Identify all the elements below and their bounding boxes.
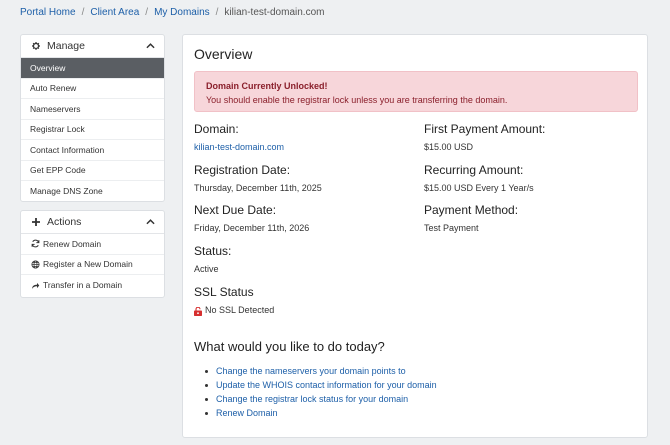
manage-panel: Manage Overview Auto Renew Nameservers R… xyxy=(20,34,165,202)
breadcrumb: Portal Home / Client Area / My Domains /… xyxy=(20,5,324,19)
breadcrumb-current: kilian-test-domain.com xyxy=(224,6,325,18)
list-item: Update the WHOIS contact information for… xyxy=(205,378,437,392)
chevron-up-icon[interactable] xyxy=(146,217,155,227)
sidebar-item-overview[interactable]: Overview xyxy=(21,58,164,79)
sync-icon xyxy=(30,239,40,248)
unlock-icon xyxy=(194,306,202,316)
list-item: Renew Domain xyxy=(205,406,437,420)
action-renew-domain-label: Renew Domain xyxy=(43,238,102,249)
actions-panel-title: Actions xyxy=(47,216,82,228)
alert-message: You should enable the registrar lock unl… xyxy=(206,95,508,105)
unlocked-alert: Domain Currently Unlocked! You should en… xyxy=(194,71,638,112)
first-payment-value: $15.00 USD xyxy=(424,142,474,152)
link-update-whois[interactable]: Update the WHOIS contact information for… xyxy=(216,378,437,392)
action-renew-domain[interactable]: Renew Domain xyxy=(21,234,164,255)
breadcrumb-my-domains[interactable]: My Domains xyxy=(154,7,210,18)
actions-panel: Actions Renew Domain Register a New Doma… xyxy=(20,210,165,298)
next-due-date-value: Friday, December 11th, 2026 xyxy=(194,223,310,233)
status-field: Status: Active xyxy=(194,243,231,275)
globe-icon xyxy=(30,260,40,269)
quick-links-list: Change the nameservers your domain point… xyxy=(205,364,437,420)
domain-label: Domain: xyxy=(194,122,239,136)
sidebar-item-auto-renew[interactable]: Auto Renew xyxy=(21,79,164,99)
ssl-status-field: SSL Status No SSL Detected xyxy=(194,284,274,316)
gear-icon xyxy=(30,41,42,51)
first-payment-field: First Payment Amount: $15.00 USD xyxy=(424,121,545,153)
actions-panel-header[interactable]: Actions xyxy=(21,211,164,234)
link-change-registrar-lock[interactable]: Change the registrar lock status for you… xyxy=(216,392,408,406)
first-payment-label: First Payment Amount: xyxy=(424,122,546,136)
sidebar-item-nameservers[interactable]: Nameservers xyxy=(21,99,164,120)
ssl-status-value: No SSL Detected xyxy=(205,305,275,315)
domain-link[interactable]: kilian-test-domain.com xyxy=(194,141,284,153)
manage-panel-title: Manage xyxy=(47,40,85,52)
action-register-new-domain[interactable]: Register a New Domain xyxy=(21,255,164,275)
breadcrumb-separator: / xyxy=(215,6,219,18)
sidebar-item-contact-information[interactable]: Contact Information xyxy=(21,140,164,161)
share-arrow-icon xyxy=(30,281,40,290)
recurring-amount-field: Recurring Amount: $15.00 USD Every 1 Yea… xyxy=(424,162,534,194)
registration-date-label: Registration Date: xyxy=(194,163,291,177)
actions-question: What would you like to do today? xyxy=(194,339,385,354)
ssl-status-row: No SSL Detected xyxy=(194,304,274,316)
bullet-icon xyxy=(205,397,208,401)
next-due-date-field: Next Due Date: Friday, December 11th, 20… xyxy=(194,202,309,234)
registration-date-value: Thursday, December 11th, 2025 xyxy=(194,183,322,193)
breadcrumb-separator: / xyxy=(81,6,85,18)
overview-card: Overview Domain Currently Unlocked! You … xyxy=(182,34,648,438)
list-item: Change the registrar lock status for you… xyxy=(205,392,437,406)
breadcrumb-portal-home[interactable]: Portal Home xyxy=(20,7,76,18)
action-register-new-domain-label: Register a New Domain xyxy=(43,259,133,270)
ssl-status-label: SSL Status xyxy=(194,285,254,299)
manage-panel-header[interactable]: Manage xyxy=(21,35,164,58)
recurring-amount-value: $15.00 USD Every 1 Year/s xyxy=(424,183,534,193)
chevron-up-icon[interactable] xyxy=(146,41,155,51)
breadcrumb-client-area[interactable]: Client Area xyxy=(90,7,139,18)
registration-date-field: Registration Date: Thursday, December 11… xyxy=(194,162,322,194)
list-item: Change the nameservers your domain point… xyxy=(205,364,437,378)
bullet-icon xyxy=(205,383,208,387)
sidebar-item-manage-dns-zone[interactable]: Manage DNS Zone xyxy=(21,181,164,202)
link-renew-domain[interactable]: Renew Domain xyxy=(216,406,278,420)
payment-method-value: Test Payment xyxy=(424,223,479,233)
sidebar-item-registrar-lock[interactable]: Registrar Lock xyxy=(21,120,164,140)
status-label: Status: xyxy=(194,244,232,258)
recurring-amount-label: Recurring Amount: xyxy=(424,163,524,177)
page-title: Overview xyxy=(194,46,253,62)
alert-title: Domain Currently Unlocked! xyxy=(206,81,328,91)
action-transfer-domain[interactable]: Transfer in a Domain xyxy=(21,275,164,296)
sidebar-item-get-epp-code[interactable]: Get EPP Code xyxy=(21,161,164,181)
status-value: Active xyxy=(194,264,219,274)
bullet-icon xyxy=(205,411,208,415)
action-transfer-domain-label: Transfer in a Domain xyxy=(43,280,123,291)
link-change-nameservers[interactable]: Change the nameservers your domain point… xyxy=(216,364,406,378)
bullet-icon xyxy=(205,369,208,373)
payment-method-field: Payment Method: Test Payment xyxy=(424,202,518,234)
breadcrumb-separator: / xyxy=(145,6,149,18)
payment-method-label: Payment Method: xyxy=(424,203,519,217)
plus-icon xyxy=(30,217,42,227)
next-due-date-label: Next Due Date: xyxy=(194,203,277,217)
domain-field: Domain: kilian-test-domain.com xyxy=(194,121,284,153)
